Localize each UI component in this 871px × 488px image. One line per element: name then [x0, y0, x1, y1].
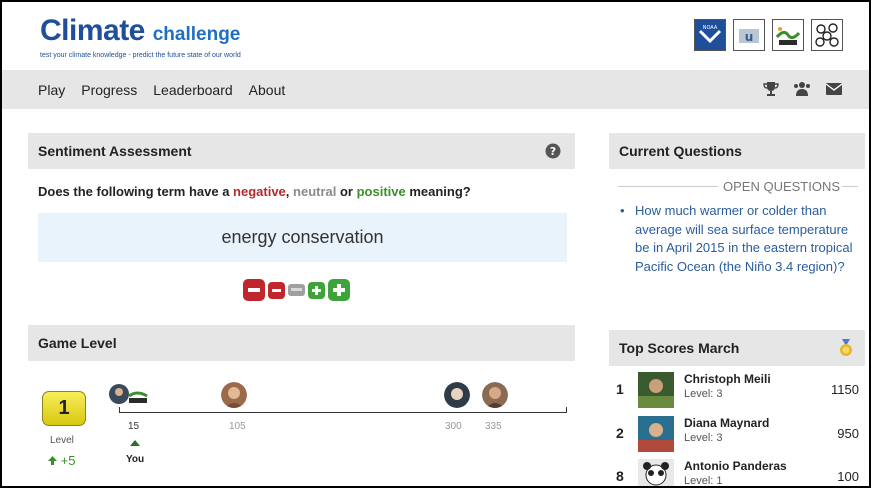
track-start-tick: [119, 407, 120, 413]
sentiment-rating: [243, 279, 350, 301]
sentiment-title: Sentiment Assessment: [38, 143, 192, 159]
logo-title-small: challenge: [152, 24, 241, 45]
current-questions-header: Current Questions: [609, 133, 865, 169]
top-scores-title: Top Scores March: [619, 340, 740, 356]
svg-text:?: ?: [550, 145, 556, 158]
you-avatar[interactable]: [109, 382, 149, 406]
you-label: You: [126, 454, 145, 465]
question-suffix: meaning?: [405, 184, 471, 199]
envelope-icon[interactable]: [825, 81, 843, 102]
question-circle-icon[interactable]: ?: [545, 143, 561, 162]
you-marker-arrow: [130, 440, 140, 446]
level-change-value: +5: [60, 453, 76, 468]
nav-icons: [763, 81, 843, 102]
open-questions-divider: OPEN QUESTIONS: [618, 179, 858, 194]
player-avatar-335[interactable]: [482, 382, 508, 408]
term-text: energy conservation: [221, 227, 384, 247]
nav-about[interactable]: About: [249, 82, 286, 98]
question-link[interactable]: • How much warmer or colder than average…: [620, 202, 856, 276]
score-rank: 1: [616, 381, 624, 397]
noaa-logo[interactable]: NOAA: [694, 19, 726, 51]
sentiment-question: Does the following term have a negative,…: [38, 184, 471, 199]
main-nav: Play Progress Leaderboard About: [2, 70, 869, 109]
level-progress-track: [119, 412, 567, 413]
mylyzard-logo[interactable]: [772, 19, 804, 51]
question-text[interactable]: How much warmer or colder than average w…: [635, 202, 856, 276]
score-name[interactable]: Christoph Meili: [684, 372, 771, 386]
leaderboard-row[interactable]: 2 Diana Maynard Level: 3 950: [616, 416, 861, 452]
player-avatar-300[interactable]: [444, 382, 470, 408]
question-sep1: ,: [285, 184, 294, 199]
score-name[interactable]: Antonio Panderas: [684, 459, 787, 473]
logo-tagline: test your climate knowledge - predict th…: [40, 52, 241, 59]
site-logo[interactable]: Climate challenge test your climate know…: [40, 16, 241, 60]
level-label: Level: [50, 435, 74, 446]
leaderboard-row[interactable]: 8 Antonio Panderas Level: 1 100: [616, 459, 861, 487]
level-change: +5: [48, 453, 75, 468]
level-number: 1: [58, 397, 70, 419]
users-icon[interactable]: [793, 81, 811, 102]
game-level-header: Game Level: [28, 325, 575, 361]
score-level: Level: 3: [684, 388, 723, 400]
score-value: 950: [837, 426, 859, 441]
negative-word: negative: [233, 184, 286, 199]
avatar: [638, 416, 674, 452]
trophy-icon[interactable]: [763, 81, 779, 102]
positive-button[interactable]: [308, 281, 325, 299]
question-prefix: Does the following term have a: [38, 184, 234, 199]
open-questions-line-right: [842, 186, 858, 187]
neutral-button[interactable]: [288, 284, 305, 296]
current-questions-title: Current Questions: [619, 143, 742, 159]
svg-text:u: u: [745, 30, 754, 44]
arrow-up-icon: [48, 456, 57, 465]
medal-icon: [839, 339, 853, 360]
score-level: Level: 3: [684, 432, 723, 444]
avatar: [638, 459, 674, 486]
term-box: energy conservation: [38, 213, 567, 262]
game-level-title: Game Level: [38, 335, 117, 351]
very-negative-button[interactable]: [243, 279, 265, 301]
logo-title-main: Climate: [40, 14, 145, 47]
sentiment-panel-header: Sentiment Assessment ?: [28, 133, 575, 169]
network-logo[interactable]: [811, 19, 843, 51]
page-frame: Climate challenge test your climate know…: [0, 0, 871, 488]
nav-play[interactable]: Play: [38, 82, 65, 98]
marker-105: 105: [229, 421, 246, 432]
open-questions-line-left: [618, 186, 718, 187]
score-rank: 2: [616, 425, 624, 441]
open-questions-label: OPEN QUESTIONS: [721, 179, 843, 194]
score-level: Level: 1: [684, 475, 723, 487]
score-value: 1150: [831, 382, 859, 397]
nav-leaderboard[interactable]: Leaderboard: [153, 82, 232, 98]
question-sep2: or: [336, 184, 357, 199]
negative-button[interactable]: [268, 281, 285, 299]
partner-logos: NOAA u: [694, 19, 843, 51]
score-value: 100: [837, 469, 859, 484]
level-badge: 1: [42, 391, 86, 426]
nav-progress[interactable]: Progress: [81, 82, 137, 98]
positive-word: positive: [356, 184, 406, 199]
you-score: 15: [128, 421, 140, 432]
list-bullet: •: [620, 203, 625, 218]
marker-300: 300: [445, 421, 462, 432]
top-scores-header: Top Scores March: [609, 330, 865, 366]
score-name[interactable]: Diana Maynard: [684, 416, 769, 430]
nav-links: Play Progress Leaderboard About: [38, 70, 285, 109]
player-avatar-105[interactable]: [221, 382, 247, 408]
neutral-word: neutral: [293, 184, 337, 199]
leaderboard-row[interactable]: 1 Christoph Meili Level: 3 1150: [616, 372, 861, 408]
avatar: [638, 372, 674, 408]
marker-335: 335: [485, 421, 502, 432]
score-rank: 8: [616, 468, 624, 484]
track-end-tick: [566, 407, 567, 413]
university-logo[interactable]: u: [733, 19, 765, 51]
very-positive-button[interactable]: [328, 279, 350, 301]
site-header: Climate challenge test your climate know…: [2, 2, 869, 70]
logo-title: Climate challenge: [40, 16, 241, 50]
svg-text:NOAA: NOAA: [703, 25, 718, 31]
